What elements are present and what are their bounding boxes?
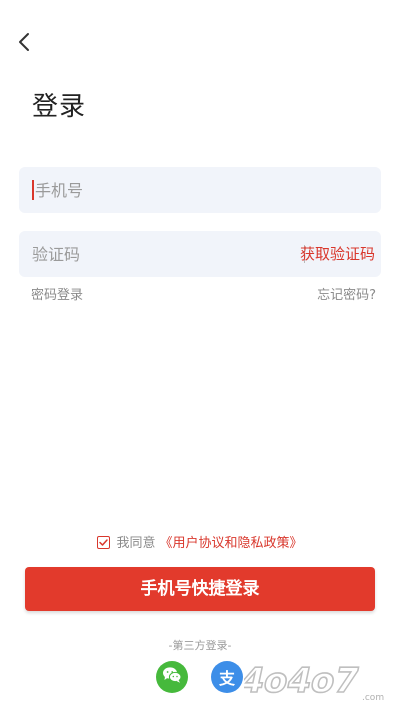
svg-text:4o4o7: 4o4o7 (244, 661, 363, 701)
wechat-icon (162, 666, 182, 688)
alipay-icon: 支 (218, 669, 235, 688)
password-login-link[interactable]: 密码登录 (31, 284, 83, 303)
check-icon (99, 539, 109, 546)
agreement-row: 我同意 《用户协议和隐私政策》 (0, 532, 400, 551)
verification-code-field: 获取验证码 (19, 231, 381, 277)
phone-field (19, 167, 381, 213)
verification-code-input[interactable] (32, 231, 272, 277)
alipay-login-button[interactable]: 支 (211, 661, 243, 693)
wechat-login-button[interactable] (156, 661, 188, 693)
third-party-login-label: -第三方登录- (168, 639, 232, 652)
get-code-button[interactable]: 获取验证码 (300, 231, 375, 277)
back-button[interactable] (12, 32, 36, 56)
text-cursor (32, 180, 34, 200)
agreement-prefix: 我同意 (116, 536, 156, 551)
page-title: 登录 (32, 92, 87, 122)
phone-input[interactable] (35, 167, 365, 213)
policy-link[interactable]: 《用户协议和隐私政策》 (160, 536, 303, 551)
agree-checkbox[interactable] (97, 536, 111, 549)
forgot-password-link[interactable]: 忘记密码? (317, 284, 376, 303)
watermark-logo: 4o4o7 .com (236, 656, 394, 704)
chevron-left-icon (17, 32, 31, 56)
quick-login-button[interactable]: 手机号快捷登录 (25, 567, 375, 611)
svg-text:.com: .com (362, 693, 384, 703)
